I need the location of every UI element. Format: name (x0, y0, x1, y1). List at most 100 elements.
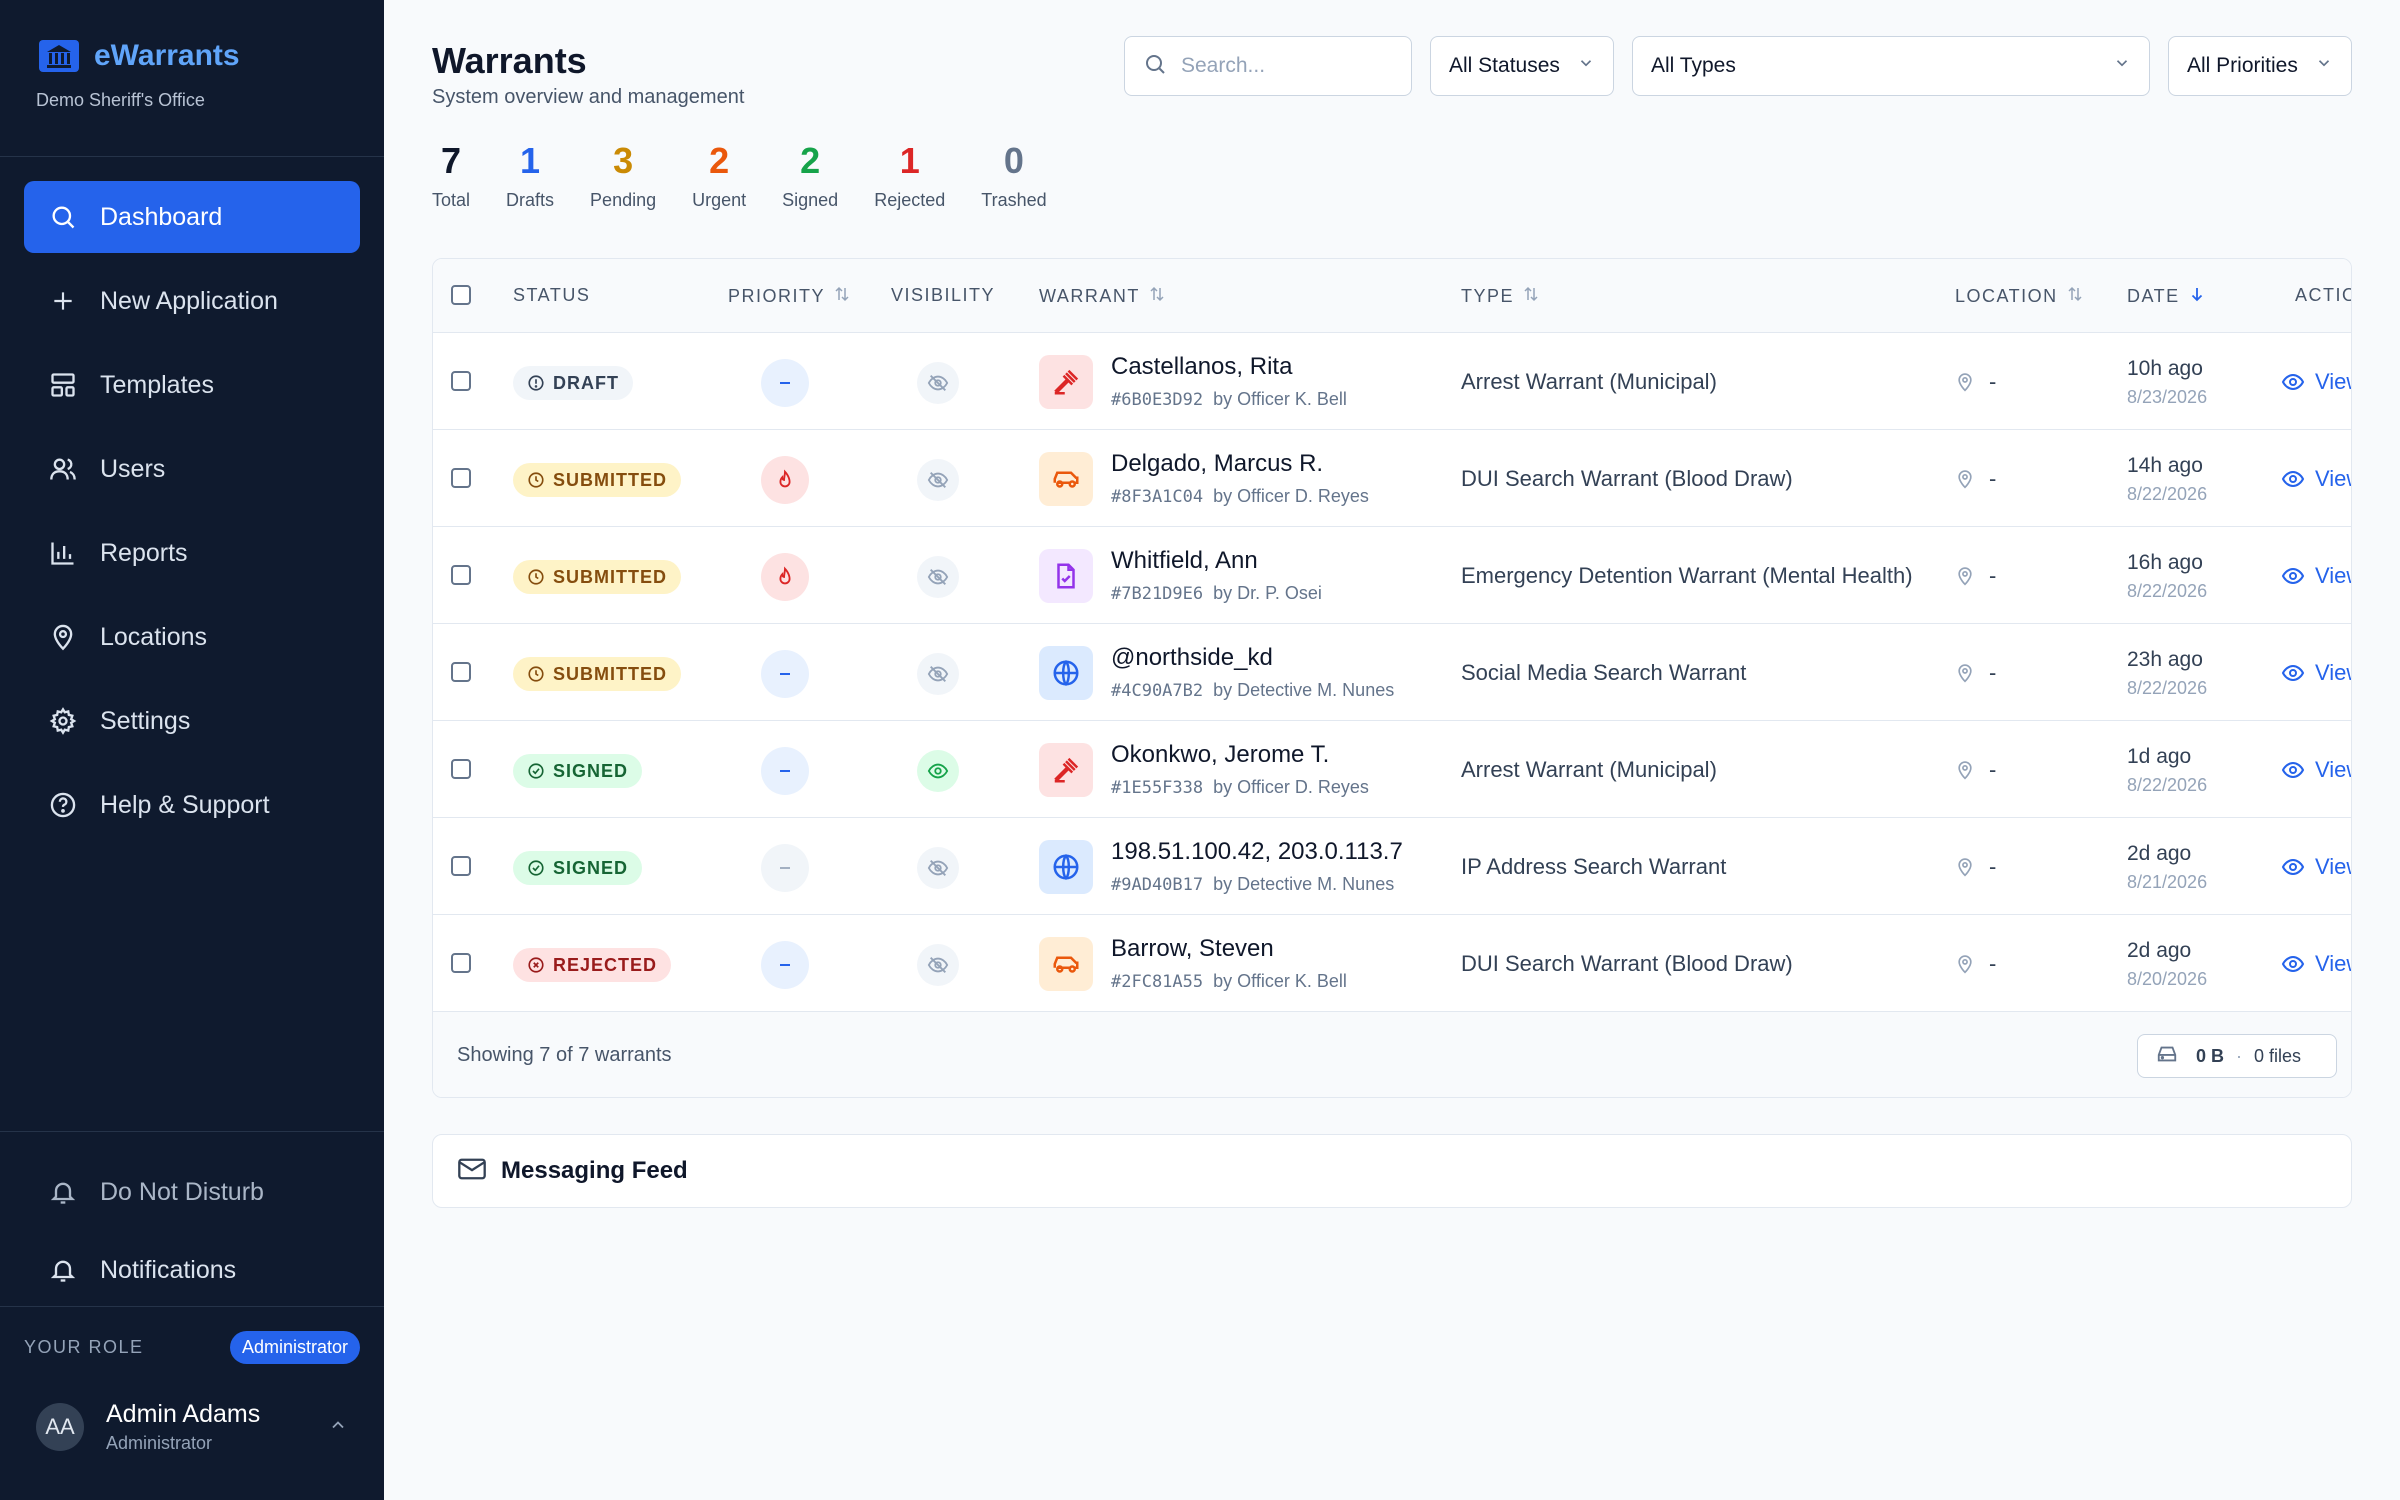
warrant-location: - (1955, 854, 1996, 880)
sidebar-item-templates[interactable]: Templates (24, 349, 360, 421)
chevron-up-icon (328, 1415, 348, 1440)
warrant-author: by Detective M. Nunes (1213, 680, 1395, 700)
sidebar-item-label: Do Not Disturb (100, 1177, 264, 1206)
warrant-name[interactable]: Whitfield, Ann (1111, 547, 1258, 575)
sidebar-item-new-application[interactable]: New Application (24, 265, 360, 337)
priority-filter-select[interactable]: All Priorities (2168, 36, 2352, 96)
column-actions: ACTIO (2295, 285, 2352, 305)
stat-rejected[interactable]: 1 Rejected (874, 140, 945, 211)
warrant-author: by Officer D. Reyes (1213, 777, 1369, 797)
row-checkbox[interactable] (451, 468, 471, 488)
stat-value: 1 (899, 140, 920, 181)
row-checkbox[interactable] (451, 856, 471, 876)
eye-off-icon[interactable] (917, 944, 959, 986)
warrant-name[interactable]: @northside_kd (1111, 644, 1273, 672)
gavel-icon (1039, 743, 1093, 797)
map-pin-icon (1955, 372, 1975, 392)
sidebar-item-dashboard[interactable]: Dashboard (24, 181, 360, 253)
warrant-name[interactable]: Delgado, Marcus R. (1111, 450, 1323, 478)
warrant-name[interactable]: 198.51.100.42, 203.0.113.7 (1111, 838, 1403, 866)
column-date[interactable]: DATE (2127, 285, 2206, 308)
view-button[interactable]: View (2281, 951, 2351, 977)
stat-drafts[interactable]: 1 Drafts (506, 140, 554, 211)
info-circle-icon (527, 374, 545, 392)
warrant-name[interactable]: Castellanos, Rita (1111, 353, 1292, 381)
table-row[interactable]: SUBMITTED @northside_kd #4C90A7B2 by Detec… (433, 624, 2351, 721)
sidebar-item-label: Notifications (100, 1255, 237, 1284)
map-pin-icon (48, 622, 78, 652)
column-type[interactable]: TYPE (1461, 285, 1540, 308)
column-warrant[interactable]: WARRANT (1039, 285, 1166, 308)
search-box[interactable] (1124, 36, 1412, 96)
stat-signed[interactable]: 2 Signed (782, 140, 838, 211)
do-not-disturb-toggle[interactable]: Do Not Disturb (24, 1156, 360, 1228)
select-all-checkbox[interactable] (451, 285, 471, 305)
eye-off-icon[interactable] (917, 556, 959, 598)
user-menu[interactable]: AA Admin Adams Administrator (24, 1400, 360, 1454)
sidebar-item-notifications[interactable]: Notifications (24, 1234, 360, 1306)
column-priority[interactable]: PRIORITY (728, 285, 851, 308)
storage-summary: 0 B · 0 files (2137, 1034, 2337, 1078)
stat-urgent[interactable]: 2 Urgent (692, 140, 746, 211)
warrant-author: by Detective M. Nunes (1213, 874, 1395, 894)
stat-trashed[interactable]: 0 Trashed (981, 140, 1046, 211)
sidebar-item-settings[interactable]: Settings (24, 685, 360, 757)
stat-value: 0 (1003, 140, 1024, 181)
sort-icon (833, 285, 851, 308)
search-input[interactable] (1181, 54, 1401, 78)
eye-icon[interactable] (917, 750, 959, 792)
warrant-location: - (1955, 369, 1996, 395)
warrant-name[interactable]: Barrow, Steven (1111, 935, 1274, 963)
eye-off-icon[interactable] (917, 362, 959, 404)
table-row[interactable]: SUBMITTED Whitfield, Ann #7B21D9E6 by Dr. … (433, 527, 2351, 624)
file-count: 0 files (2254, 1045, 2302, 1066)
user-name: Admin Adams (106, 1400, 261, 1428)
sidebar-item-reports[interactable]: Reports (24, 517, 360, 589)
sidebar-item-label: Settings (100, 706, 191, 735)
row-checkbox[interactable] (451, 759, 471, 779)
table-row[interactable]: SIGNED 198.51.100.42, 203.0.113.7 #9AD40B1… (433, 818, 2351, 915)
sidebar-item-label: Locations (100, 622, 208, 651)
map-pin-icon (1955, 663, 1975, 683)
stat-value: 2 (800, 140, 821, 181)
sidebar-item-help-support[interactable]: Help & Support (24, 769, 360, 841)
plus-icon (48, 286, 78, 316)
status-filter-select[interactable]: All Statuses (1430, 36, 1614, 96)
chevron-down-icon (1577, 54, 1595, 78)
table-row[interactable]: DRAFT Castellanos, Rita #6B0E3D92 by Offic… (433, 333, 2351, 430)
row-checkbox[interactable] (451, 662, 471, 682)
warrant-name[interactable]: Okonkwo, Jerome T. (1111, 741, 1329, 769)
warrant-author: by Officer K. Bell (1213, 389, 1347, 409)
view-button[interactable]: View (2281, 563, 2351, 589)
eye-icon (2281, 467, 2305, 491)
row-checkbox[interactable] (451, 953, 471, 973)
table-row[interactable]: SUBMITTED Delgado, Marcus R. #8F3A1C04 by … (433, 430, 2351, 527)
warrant-type: Emergency Detention Warrant (Mental Heal… (1461, 563, 1913, 588)
eye-off-icon[interactable] (917, 653, 959, 695)
view-button[interactable]: View (2281, 466, 2351, 492)
sidebar-item-locations[interactable]: Locations (24, 601, 360, 673)
status-badge: SUBMITTED (513, 657, 681, 691)
warrant-type: DUI Search Warrant (Blood Draw) (1461, 466, 1793, 491)
column-location[interactable]: LOCATION (1955, 285, 2084, 308)
stat-total[interactable]: 7 Total (432, 140, 470, 211)
table-row[interactable]: SIGNED Okonkwo, Jerome T. #1E55F338 by Off… (433, 721, 2351, 818)
view-button[interactable]: View (2281, 757, 2351, 783)
eye-off-icon[interactable] (917, 459, 959, 501)
sidebar-bottom: Do Not Disturb Notifications (0, 1131, 384, 1312)
table-footer: Showing 7 of 7 warrants 0 B · 0 files (433, 1012, 2351, 1097)
view-button[interactable]: View (2281, 854, 2351, 880)
warrant-id: #2FC81A55 (1111, 972, 1204, 992)
sidebar-item-users[interactable]: Users (24, 433, 360, 505)
row-checkbox[interactable] (451, 371, 471, 391)
type-filter-select[interactable]: All Types (1632, 36, 2150, 96)
view-button[interactable]: View (2281, 369, 2351, 395)
type-filter-value: All Types (1651, 54, 1736, 77)
stat-pending[interactable]: 3 Pending (590, 140, 656, 211)
eye-off-icon[interactable] (917, 847, 959, 889)
eye-icon (2281, 564, 2305, 588)
row-checkbox[interactable] (451, 565, 471, 585)
view-button[interactable]: View (2281, 660, 2351, 686)
table-row[interactable]: REJECTED Barrow, Steven #2FC81A55 by Offic… (433, 915, 2351, 1012)
messaging-feed[interactable]: Messaging Feed (432, 1134, 2352, 1208)
